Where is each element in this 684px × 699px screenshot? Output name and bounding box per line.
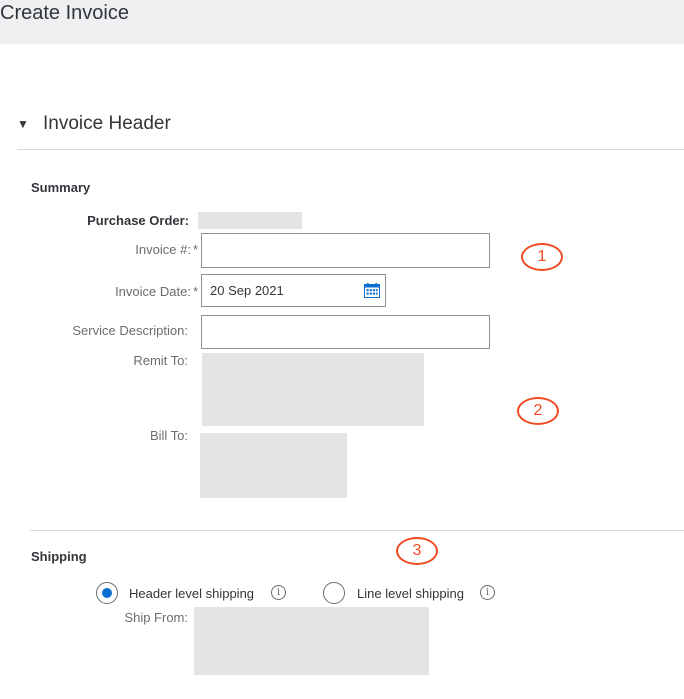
create-invoice-page: Create Invoice ▼ Invoice Header Summary …: [0, 0, 684, 699]
invoice-number-label: Invoice #: *: [135, 242, 198, 257]
required-marker: *: [192, 242, 198, 257]
invoice-date-label: Invoice Date: *: [115, 284, 198, 299]
bill-to-label: Bill To:: [149, 428, 188, 443]
line-level-shipping-radio[interactable]: [323, 582, 345, 604]
info-icon[interactable]: i: [271, 585, 286, 600]
invoice-header-title[interactable]: Invoice Header: [43, 113, 171, 135]
ship-from-label: Ship From:: [124, 610, 188, 625]
summary-title: Summary: [31, 180, 91, 195]
title-bar: Create Invoice: [0, 0, 684, 44]
invoice-header-section[interactable]: ▼ Invoice Header: [17, 113, 684, 150]
page-title: Create Invoice: [0, 2, 129, 24]
shipping-title: Shipping: [31, 549, 87, 564]
purchase-order-redacted: [198, 212, 302, 229]
collapse-triangle-icon[interactable]: ▼: [17, 117, 29, 131]
service-description-input[interactable]: [201, 315, 490, 349]
service-description-label: Service Description:: [72, 323, 188, 338]
purchase-order-label: Purchase Order:: [87, 213, 189, 228]
bill-to-redacted: [200, 433, 347, 498]
annotation-callout-3: 3: [396, 537, 438, 565]
required-marker: *: [192, 284, 198, 299]
section-divider: [30, 530, 684, 531]
invoice-number-input[interactable]: [201, 233, 490, 268]
annotation-callout-1: 1: [521, 243, 563, 271]
invoice-date-input[interactable]: 20 Sep 2021: [201, 274, 386, 307]
calendar-icon[interactable]: [364, 283, 380, 298]
annotation-callout-2: 2: [517, 397, 559, 425]
line-level-shipping-label[interactable]: Line level shipping: [357, 586, 464, 601]
remit-to-label: Remit To:: [133, 353, 188, 368]
info-icon[interactable]: i: [480, 585, 495, 600]
invoice-date-value: 20 Sep 2021: [210, 283, 284, 298]
invoice-date-label-text: Invoice Date:: [115, 284, 191, 299]
remit-to-redacted: [202, 353, 424, 426]
header-level-shipping-label[interactable]: Header level shipping: [129, 586, 254, 601]
invoice-number-label-text: Invoice #:: [135, 242, 191, 257]
header-level-shipping-radio[interactable]: [96, 582, 118, 604]
ship-from-redacted: [194, 607, 429, 675]
